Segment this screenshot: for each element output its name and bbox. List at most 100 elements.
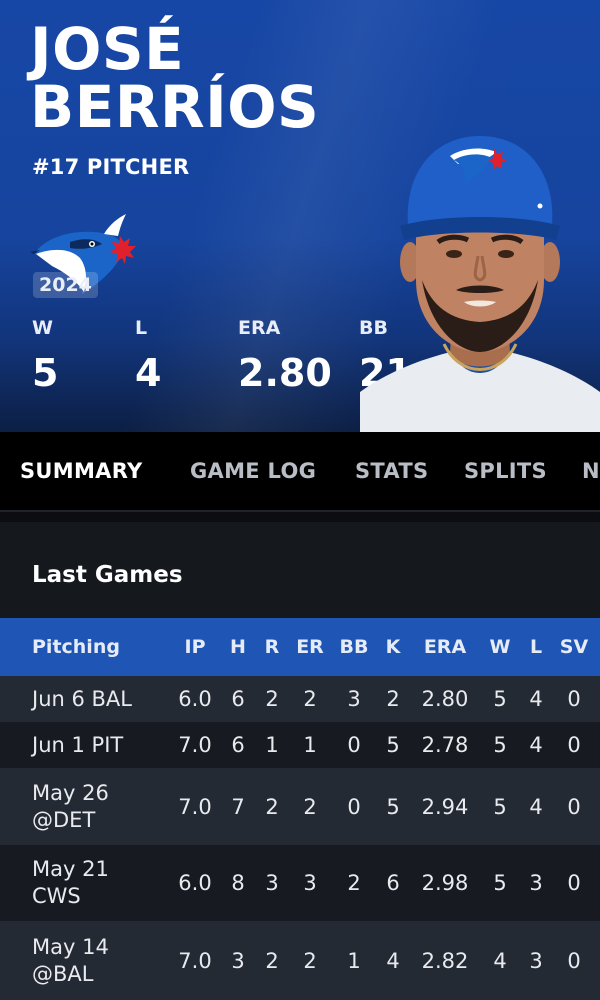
- game-cell: May 14 @BAL: [0, 921, 174, 1000]
- tab-news[interactable]: N: [582, 459, 600, 483]
- column-header[interactable]: ERA: [414, 618, 476, 676]
- column-header[interactable]: K: [372, 618, 414, 676]
- last-games-table: Pitching IP H R ER BB K ERA W L SV Jun 6 BAL 6.0 6 2 2…: [0, 618, 600, 1000]
- player-header: JOSÉ BERRÍOS #17 PITCHER 2024 W 5 L 4 ER…: [0, 0, 600, 432]
- stat-value: 2.80: [238, 351, 332, 395]
- stat-cell: 2: [303, 687, 317, 711]
- stat-cell: 7.0: [178, 794, 212, 819]
- stat-value: 4: [135, 351, 162, 395]
- stat-cell: 6: [231, 687, 245, 711]
- stat-cell: 7: [231, 794, 245, 819]
- game-line: Jun 1 PIT: [32, 732, 124, 757]
- stat-cell: 3: [231, 949, 245, 973]
- stat-cell: 3: [529, 949, 543, 973]
- stat-cell: 5: [493, 871, 507, 895]
- stat-cell: 4: [529, 687, 543, 711]
- player-last-name: BERRÍOS: [30, 73, 320, 141]
- last-games-title: Last Games: [32, 562, 183, 588]
- stat-cell: 5: [493, 794, 507, 819]
- table-row[interactable]: May 26 @DET 7.0 7 2 2 0 5 2.94 5 4 0: [0, 768, 600, 845]
- stat-cell: 4: [386, 949, 400, 973]
- stat-cell: 3: [529, 871, 543, 895]
- stat-label: W: [32, 317, 53, 339]
- game-line: May 14: [32, 935, 109, 959]
- stat-cell: 2.94: [421, 794, 469, 819]
- table-row[interactable]: May 21 CWS 6.0 8 3 3 2 6 2.98 5 3 0: [0, 845, 600, 921]
- stat-cell: 8: [231, 871, 245, 895]
- tab-splits[interactable]: SPLITS: [464, 459, 547, 483]
- stat-cell: 2: [347, 871, 361, 895]
- game-cell: Jun 1 PIT: [0, 722, 174, 768]
- stat-value: 5: [32, 351, 59, 395]
- stat-cell: 2: [265, 794, 279, 819]
- column-header[interactable]: ER: [284, 618, 336, 676]
- stat-cell: 7.0: [178, 949, 212, 973]
- stat-cell: 4: [529, 794, 543, 819]
- stat-cell: 1: [347, 949, 361, 973]
- tab-stats[interactable]: STATS: [355, 459, 428, 483]
- stat-cell: 2.78: [421, 733, 469, 757]
- stat-cell: 2.98: [421, 871, 469, 895]
- stat-cell: 2: [265, 949, 279, 973]
- stat-cell: 0: [567, 794, 581, 819]
- column-header: Pitching: [32, 636, 120, 658]
- stat-cell: 6: [231, 733, 245, 757]
- stat-cell: 6.0: [178, 871, 212, 895]
- stat-cell: 2: [303, 794, 317, 819]
- season-year-badge: 2024: [33, 272, 98, 298]
- player-tabs: SUMMARY GAME LOG STATS SPLITS N: [0, 432, 600, 512]
- stat-cell: 2: [303, 949, 317, 973]
- tab-game-log[interactable]: GAME LOG: [190, 459, 316, 483]
- stat-cell: 2: [386, 687, 400, 711]
- stat-cell: 5: [493, 733, 507, 757]
- stat-cell: 7.0: [178, 733, 212, 757]
- column-header[interactable]: IP: [174, 618, 216, 676]
- player-name: JOSÉ BERRÍOS: [30, 20, 360, 136]
- stat-cell: 0: [567, 687, 581, 711]
- stat-cell: 0: [347, 794, 361, 819]
- tab-summary[interactable]: SUMMARY: [20, 459, 143, 483]
- game-cell: May 21 CWS: [0, 845, 174, 921]
- table-row[interactable]: May 14 @BAL 7.0 3 2 2 1 4 2.82 4 3 0: [0, 921, 600, 1000]
- stat-cell: 5: [386, 733, 400, 757]
- column-header[interactable]: H: [216, 618, 260, 676]
- game-line: @BAL: [32, 962, 94, 986]
- player-headshot-icon: [360, 136, 600, 432]
- last-games-panel: Last Games Pitching IP H R ER BB K ERA W L SV Jun …: [0, 522, 600, 1000]
- stat-label: ERA: [238, 317, 281, 339]
- stat-cell: 2.80: [421, 687, 469, 711]
- stat-cell: 0: [347, 733, 361, 757]
- stat-cell: 3: [347, 687, 361, 711]
- stat-cell: 0: [567, 733, 581, 757]
- stat-era: ERA 2.80: [238, 317, 332, 393]
- table-row[interactable]: Jun 1 PIT 7.0 6 1 1 0 5 2.78 5 4 0: [0, 722, 600, 768]
- stat-cell: 5: [386, 794, 400, 819]
- game-line: @DET: [32, 807, 96, 832]
- column-header[interactable]: W: [476, 618, 524, 676]
- stat-cell: 1: [265, 733, 279, 757]
- section-gap: [0, 512, 600, 522]
- stat-cell: 2: [265, 687, 279, 711]
- column-header[interactable]: R: [260, 618, 284, 676]
- stat-cell: 3: [265, 871, 279, 895]
- game-line: May 26: [32, 780, 109, 805]
- stat-cell: 6.0: [178, 687, 212, 711]
- stat-cell: 0: [567, 871, 581, 895]
- stat-wins: W 5: [32, 317, 58, 393]
- table-header-row: Pitching IP H R ER BB K ERA W L SV: [0, 618, 600, 676]
- stat-cell: 0: [567, 949, 581, 973]
- table-row[interactable]: Jun 6 BAL 6.0 6 2 2 3 2 2.80 5 4 0: [0, 676, 600, 722]
- game-cell: Jun 6 BAL: [0, 676, 174, 722]
- player-number-position: #17 PITCHER: [32, 155, 190, 179]
- column-header[interactable]: BB: [336, 618, 372, 676]
- stat-cell: 3: [303, 871, 317, 895]
- stat-cell: 1: [303, 733, 317, 757]
- column-header[interactable]: SV: [548, 618, 600, 676]
- column-header[interactable]: L: [524, 618, 548, 676]
- game-line: CWS: [32, 884, 81, 908]
- stat-cell: 4: [529, 733, 543, 757]
- stat-cell: 2.82: [421, 949, 469, 973]
- stat-cell: 5: [493, 687, 507, 711]
- game-line: Jun 6 BAL: [32, 686, 132, 711]
- game-line: May 21: [32, 857, 109, 881]
